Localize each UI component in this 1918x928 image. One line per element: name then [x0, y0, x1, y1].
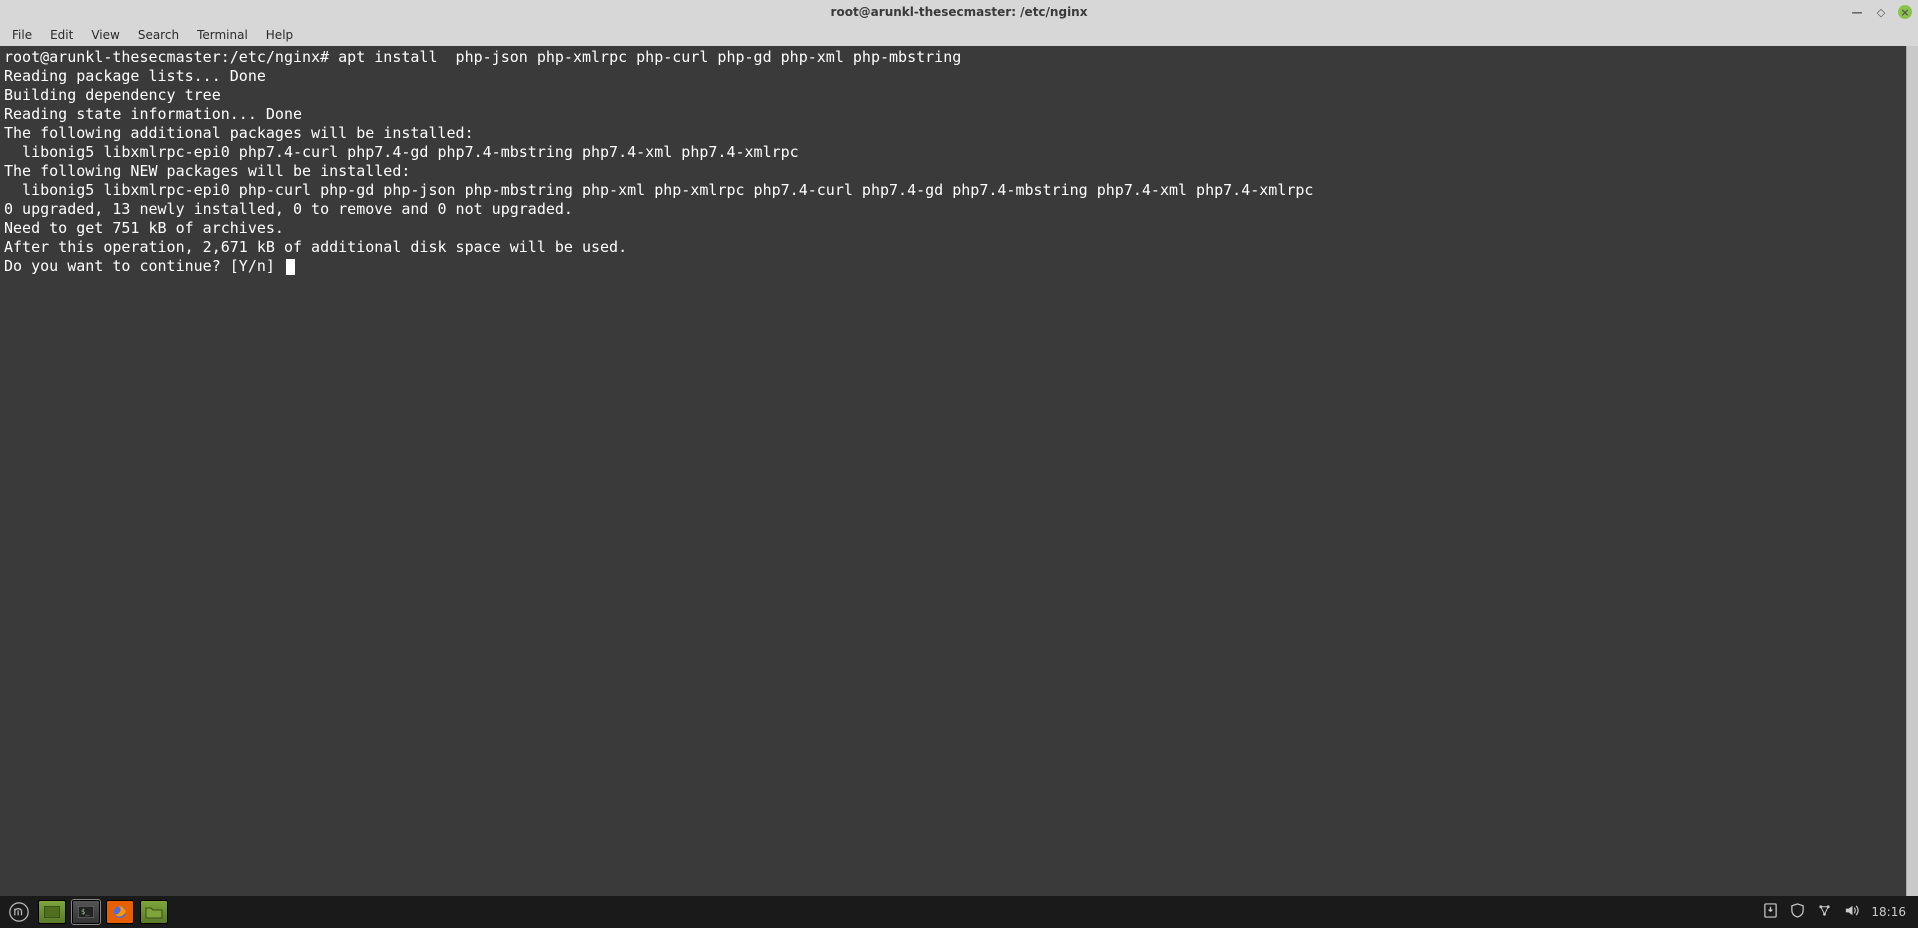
- terminal-content[interactable]: root@arunkl-thesecmaster:/etc/nginx# apt…: [0, 46, 1906, 896]
- menu-edit[interactable]: Edit: [42, 26, 81, 44]
- shield-icon[interactable]: [1790, 903, 1805, 921]
- menu-terminal[interactable]: Terminal: [189, 26, 256, 44]
- menu-help[interactable]: Help: [258, 26, 301, 44]
- terminal-line: The following NEW packages will be insta…: [4, 162, 410, 180]
- svg-text:$_: $_: [81, 908, 90, 916]
- terminal-area[interactable]: root@arunkl-thesecmaster:/etc/nginx# apt…: [0, 46, 1918, 896]
- window-controls: — ◇ ×: [1850, 0, 1912, 24]
- maximize-button[interactable]: ◇: [1874, 5, 1888, 19]
- updates-icon[interactable]: [1763, 903, 1778, 921]
- firefox-launcher[interactable]: [106, 900, 134, 924]
- terminal-line: Building dependency tree: [4, 86, 221, 104]
- terminal-prompt: root@arunkl-thesecmaster:/etc/nginx#: [4, 48, 329, 66]
- mint-logo-icon: [9, 902, 29, 922]
- terminal-line: Reading state information... Done: [4, 105, 302, 123]
- terminal-line: After this operation, 2,671 kB of additi…: [4, 238, 627, 256]
- clock[interactable]: 18:16: [1871, 905, 1906, 919]
- menubar: File Edit View Search Terminal Help: [0, 24, 1918, 46]
- terminal-line: The following additional packages will b…: [4, 124, 474, 142]
- folder-icon: [145, 905, 163, 919]
- close-button[interactable]: ×: [1898, 5, 1912, 19]
- firefox-icon: [112, 904, 128, 920]
- volume-icon[interactable]: [1844, 903, 1859, 921]
- scrollbar[interactable]: [1906, 46, 1918, 896]
- taskbar: $_ 18:16: [0, 896, 1918, 928]
- menu-view[interactable]: View: [83, 26, 127, 44]
- cursor: [286, 259, 295, 275]
- start-menu-button[interactable]: [6, 899, 32, 925]
- desktop-icon: [44, 906, 60, 918]
- menu-file[interactable]: File: [4, 26, 40, 44]
- terminal-line: libonig5 libxmlrpc-epi0 php-curl php-gd …: [4, 181, 1313, 199]
- terminal-line: Do you want to continue? [Y/n]: [4, 257, 284, 275]
- terminal-line: 0 upgraded, 13 newly installed, 0 to rem…: [4, 200, 573, 218]
- terminal-icon: $_: [78, 906, 94, 918]
- terminal-launcher[interactable]: $_: [72, 900, 100, 924]
- terminal-line: Reading package lists... Done: [4, 67, 266, 85]
- terminal-line: libonig5 libxmlrpc-epi0 php7.4-curl php7…: [4, 143, 799, 161]
- minimize-button[interactable]: —: [1850, 5, 1864, 19]
- network-icon[interactable]: [1817, 903, 1832, 921]
- titlebar: root@arunkl-thesecmaster: /etc/nginx — ◇…: [0, 0, 1918, 24]
- window-title: root@arunkl-thesecmaster: /etc/nginx: [831, 5, 1088, 19]
- terminal-command: apt install php-json php-xmlrpc php-curl…: [329, 48, 961, 66]
- files-launcher[interactable]: [140, 900, 168, 924]
- terminal-line: Need to get 751 kB of archives.: [4, 219, 284, 237]
- show-desktop-button[interactable]: [38, 900, 66, 924]
- menu-search[interactable]: Search: [130, 26, 187, 44]
- system-tray: 18:16: [1763, 903, 1912, 921]
